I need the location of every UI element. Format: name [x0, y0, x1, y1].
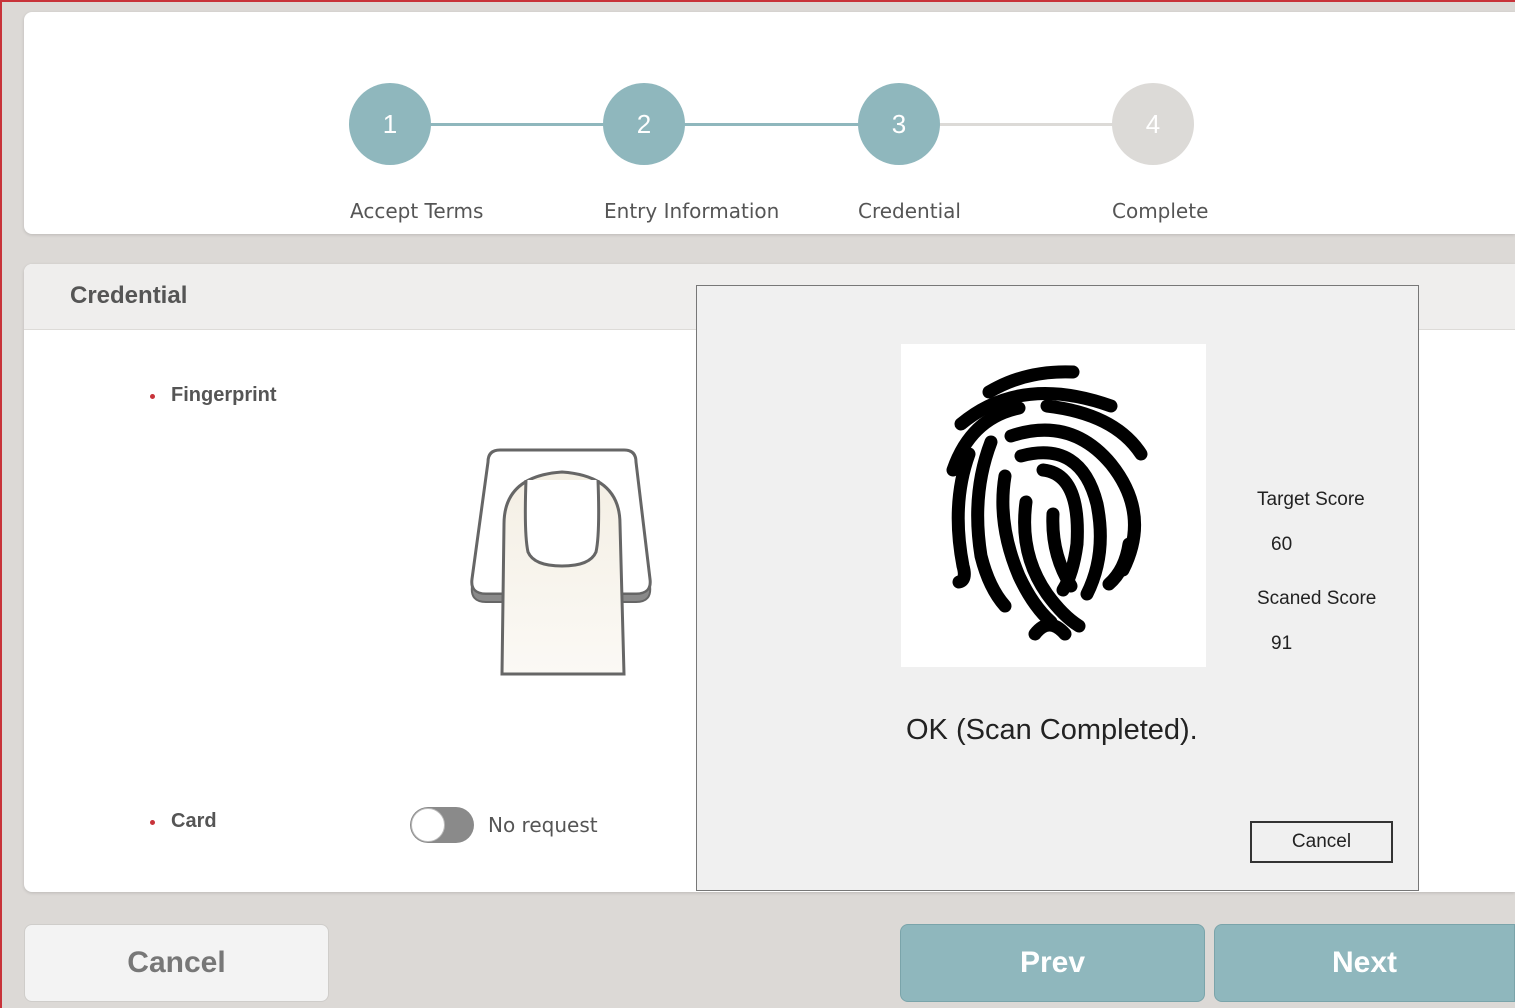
step-2-label: Entry Information [604, 199, 780, 223]
step-4-label: Complete [1112, 199, 1209, 223]
scanned-score-value: 91 [1271, 633, 1293, 654]
fingerprint-image-box [901, 344, 1206, 667]
fingerprint-icon [946, 365, 1148, 641]
stepper-card: 1 2 3 4 Accept Terms Entry Information C… [24, 12, 1515, 234]
fingerprint-scan-dialog: Target Score 60 Scaned Score 91 OK (Scan… [696, 285, 1419, 891]
step-1-label: Accept Terms [350, 199, 484, 223]
next-button[interactable]: Next [1214, 924, 1515, 1002]
step-2-circle: 2 [603, 83, 685, 165]
credential-title: Credential [70, 282, 188, 309]
finger-scanner-icon [470, 448, 652, 676]
step-1-circle: 1 [349, 83, 431, 165]
dialog-cancel-button[interactable]: Cancel [1250, 821, 1393, 863]
toggle-knob [411, 808, 445, 842]
step-4-circle: 4 [1112, 83, 1194, 165]
scanned-score-label: Scaned Score [1257, 588, 1377, 609]
prev-button[interactable]: Prev [900, 924, 1205, 1002]
target-score-label: Target Score [1257, 489, 1365, 510]
card-bullet [150, 820, 155, 825]
fingerprint-bullet [150, 394, 155, 399]
scan-status-message: OK (Scan Completed). [906, 714, 1198, 746]
target-score-value: 60 [1271, 534, 1293, 555]
cancel-button[interactable]: Cancel [24, 924, 329, 1002]
card-request-toggle[interactable] [410, 807, 474, 843]
step-3-label: Credential [858, 199, 961, 223]
card-label: Card [171, 810, 217, 832]
step-3-circle: 3 [858, 83, 940, 165]
fingerprint-label: Fingerprint [171, 384, 277, 406]
card-toggle-text: No request [488, 813, 598, 837]
